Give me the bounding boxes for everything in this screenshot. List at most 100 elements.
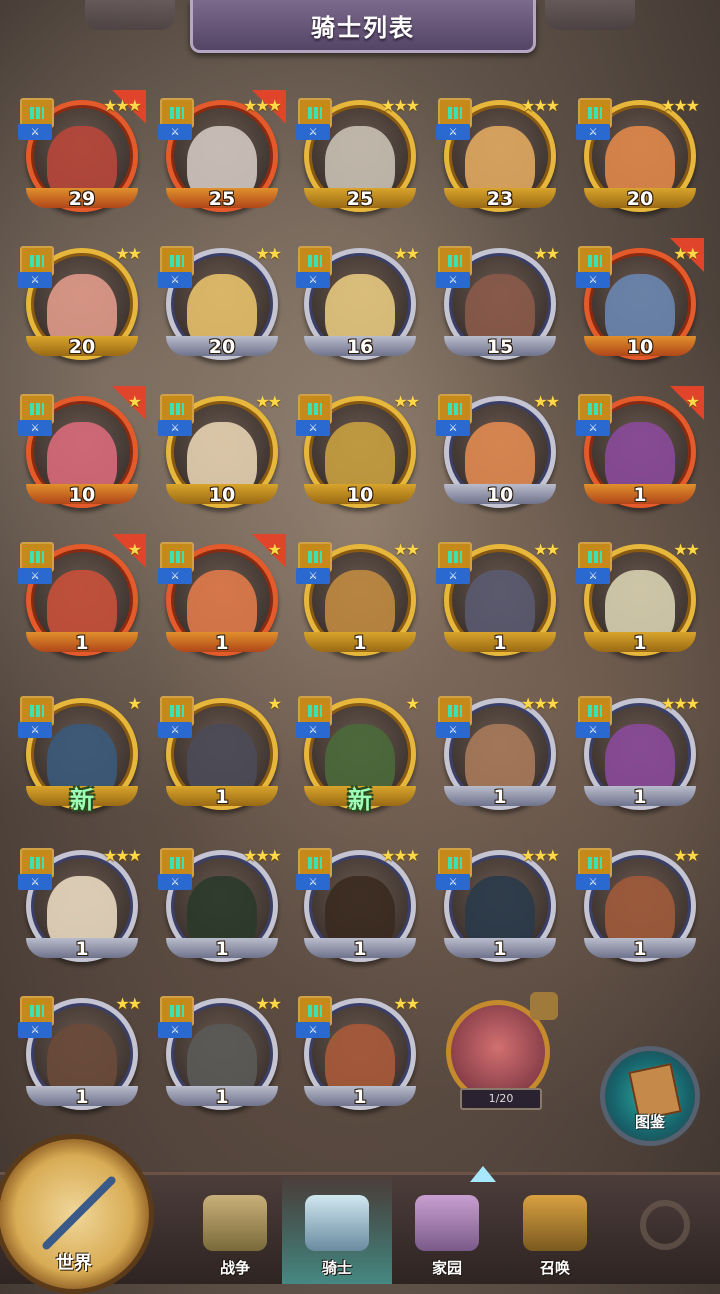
nav-war[interactable]: 战争	[180, 1175, 290, 1284]
house-icon	[415, 1195, 479, 1251]
star-rating: ★★★	[520, 694, 560, 713]
role-icon: ⚔	[436, 874, 470, 890]
star-rating: ★★	[393, 244, 420, 263]
lock-icon[interactable]	[640, 1200, 690, 1250]
codex-label: 图鉴	[634, 1113, 665, 1131]
knight-card[interactable]: ⚔ ★★ 1	[158, 994, 284, 1118]
role-icon: ⚔	[158, 124, 192, 140]
star-rating: ★★★	[660, 694, 700, 713]
locked-knight-fragment[interactable]: 1/20	[444, 992, 558, 1116]
knight-level: 1	[493, 786, 507, 808]
star-rating: ★	[267, 694, 282, 713]
knight-level: 10	[68, 484, 96, 506]
knight-level: 1	[633, 632, 647, 654]
role-icon: ⚔	[436, 568, 470, 584]
role-icon: ⚔	[18, 1022, 52, 1038]
knight-card[interactable]: ⚔ ★★ 16	[296, 244, 422, 368]
knight-card[interactable]: ⚔ ★★ 10	[158, 392, 284, 516]
star-rating: ★★★	[242, 96, 282, 115]
role-icon: ⚔	[296, 874, 330, 890]
codex-button[interactable]: 图鉴	[600, 1046, 700, 1146]
knight-card[interactable]: ⚔ ★★★ 1	[436, 694, 562, 818]
role-icon: ⚔	[158, 874, 192, 890]
knight-card[interactable]: ⚔ ★★★ 1	[296, 846, 422, 970]
knight-card[interactable]: ⚔ ★★ 1	[576, 846, 702, 970]
role-icon: ⚔	[18, 722, 52, 738]
star-rating: ★★	[533, 392, 560, 411]
knight-level: 1	[353, 938, 367, 960]
knight-card[interactable]: ⚔ ★★ 15	[436, 244, 562, 368]
knight-level: 1	[215, 938, 229, 960]
nav-knights[interactable]: 骑士	[282, 1175, 392, 1284]
knight-card[interactable]: ⚔ ★★ 20	[158, 244, 284, 368]
knight-level: 1	[75, 632, 89, 654]
train-icon	[523, 1195, 587, 1251]
world-label: 世界	[56, 1253, 92, 1274]
star-rating: ★★	[255, 392, 282, 411]
knight-card[interactable]: ⚔ ★ 1	[158, 694, 284, 818]
knight-card[interactable]: ⚔ ★★ 1	[296, 540, 422, 664]
world-button[interactable]: 世界	[0, 1134, 154, 1294]
knight-level: 1	[215, 786, 229, 808]
map-icon	[203, 1195, 267, 1251]
knight-card[interactable]: ⚔ ★★ 20	[18, 244, 144, 368]
knight-card[interactable]: ⚔ ★★ 10	[436, 392, 562, 516]
role-icon: ⚔	[18, 272, 52, 288]
star-rating: ★★★	[520, 96, 560, 115]
compass-needle-icon	[40, 1174, 118, 1252]
knight-card[interactable]: ⚔ ★★★ 23	[436, 96, 562, 220]
knight-card[interactable]: ⚔ ★ 新	[18, 694, 144, 818]
role-icon: ⚔	[576, 124, 610, 140]
star-rating: ★	[127, 540, 142, 559]
knight-card[interactable]: ⚔ ★★★ 1	[576, 694, 702, 818]
knight-card[interactable]: ⚔ ★★ 1	[436, 540, 562, 664]
nav-summon[interactable]: 召唤	[500, 1175, 610, 1284]
knight-level: 1	[215, 1086, 229, 1108]
knight-card[interactable]: ⚔ ★ 10	[18, 386, 146, 516]
knight-card[interactable]: ⚔ ★ 1	[158, 534, 286, 664]
knight-level: 25	[208, 188, 236, 210]
nav-home[interactable]: 家园	[392, 1175, 502, 1284]
role-icon: ⚔	[18, 124, 52, 140]
nav-summon-label: 召唤	[539, 1259, 570, 1277]
knight-card[interactable]: ⚔ ★ 1	[18, 534, 146, 664]
knight-card[interactable]: ⚔ ★★★ 1	[18, 846, 144, 970]
nav-knights-label: 骑士	[321, 1259, 352, 1277]
knight-card[interactable]: ⚔ ★★ 10	[296, 392, 422, 516]
knight-card[interactable]: ⚔ ★★★ 29	[18, 90, 146, 220]
knight-card[interactable]: ⚔ ★ 1	[576, 386, 704, 516]
nav-war-label: 战争	[219, 1259, 250, 1277]
role-icon: ⚔	[18, 874, 52, 890]
knight-card[interactable]: ⚔ ★★ 1	[18, 994, 144, 1118]
role-icon: ⚔	[436, 124, 470, 140]
role-icon: ⚔	[436, 722, 470, 738]
star-rating: ★★★	[380, 96, 420, 115]
knight-level: 16	[346, 336, 374, 358]
knight-card[interactable]: ⚔ ★★★ 20	[576, 96, 702, 220]
up-arrow-icon	[470, 1166, 496, 1182]
knight-card[interactable]: ⚔ ★★ 1	[296, 994, 422, 1118]
nav-home-label: 家园	[431, 1259, 462, 1277]
role-icon: ⚔	[436, 272, 470, 288]
star-rating: ★★★	[380, 846, 420, 865]
knight-level: 1	[633, 484, 647, 506]
knight-card[interactable]: ⚔ ★★★ 1	[158, 846, 284, 970]
knight-card[interactable]: ⚔ ★ 新	[296, 694, 422, 818]
knight-level: 10	[208, 484, 236, 506]
knight-level: 1	[75, 1086, 89, 1108]
star-rating: ★★	[673, 846, 700, 865]
knight-level: 20	[68, 336, 96, 358]
star-rating: ★	[127, 694, 142, 713]
knight-card[interactable]: ⚔ ★★★ 1	[436, 846, 562, 970]
knight-card[interactable]: ⚔ ★★ 10	[576, 238, 704, 368]
star-rating: ★★★	[660, 96, 700, 115]
star-rating: ★	[267, 540, 282, 559]
role-icon: ⚔	[296, 420, 330, 436]
role-icon: ⚔	[296, 1022, 330, 1038]
knight-card[interactable]: ⚔ ★★ 1	[576, 540, 702, 664]
knight-card[interactable]: ⚔ ★★★ 25	[158, 90, 286, 220]
knight-level: 1	[75, 938, 89, 960]
role-icon: ⚔	[158, 272, 192, 288]
new-badge: 新	[348, 786, 372, 814]
knight-card[interactable]: ⚔ ★★★ 25	[296, 96, 422, 220]
